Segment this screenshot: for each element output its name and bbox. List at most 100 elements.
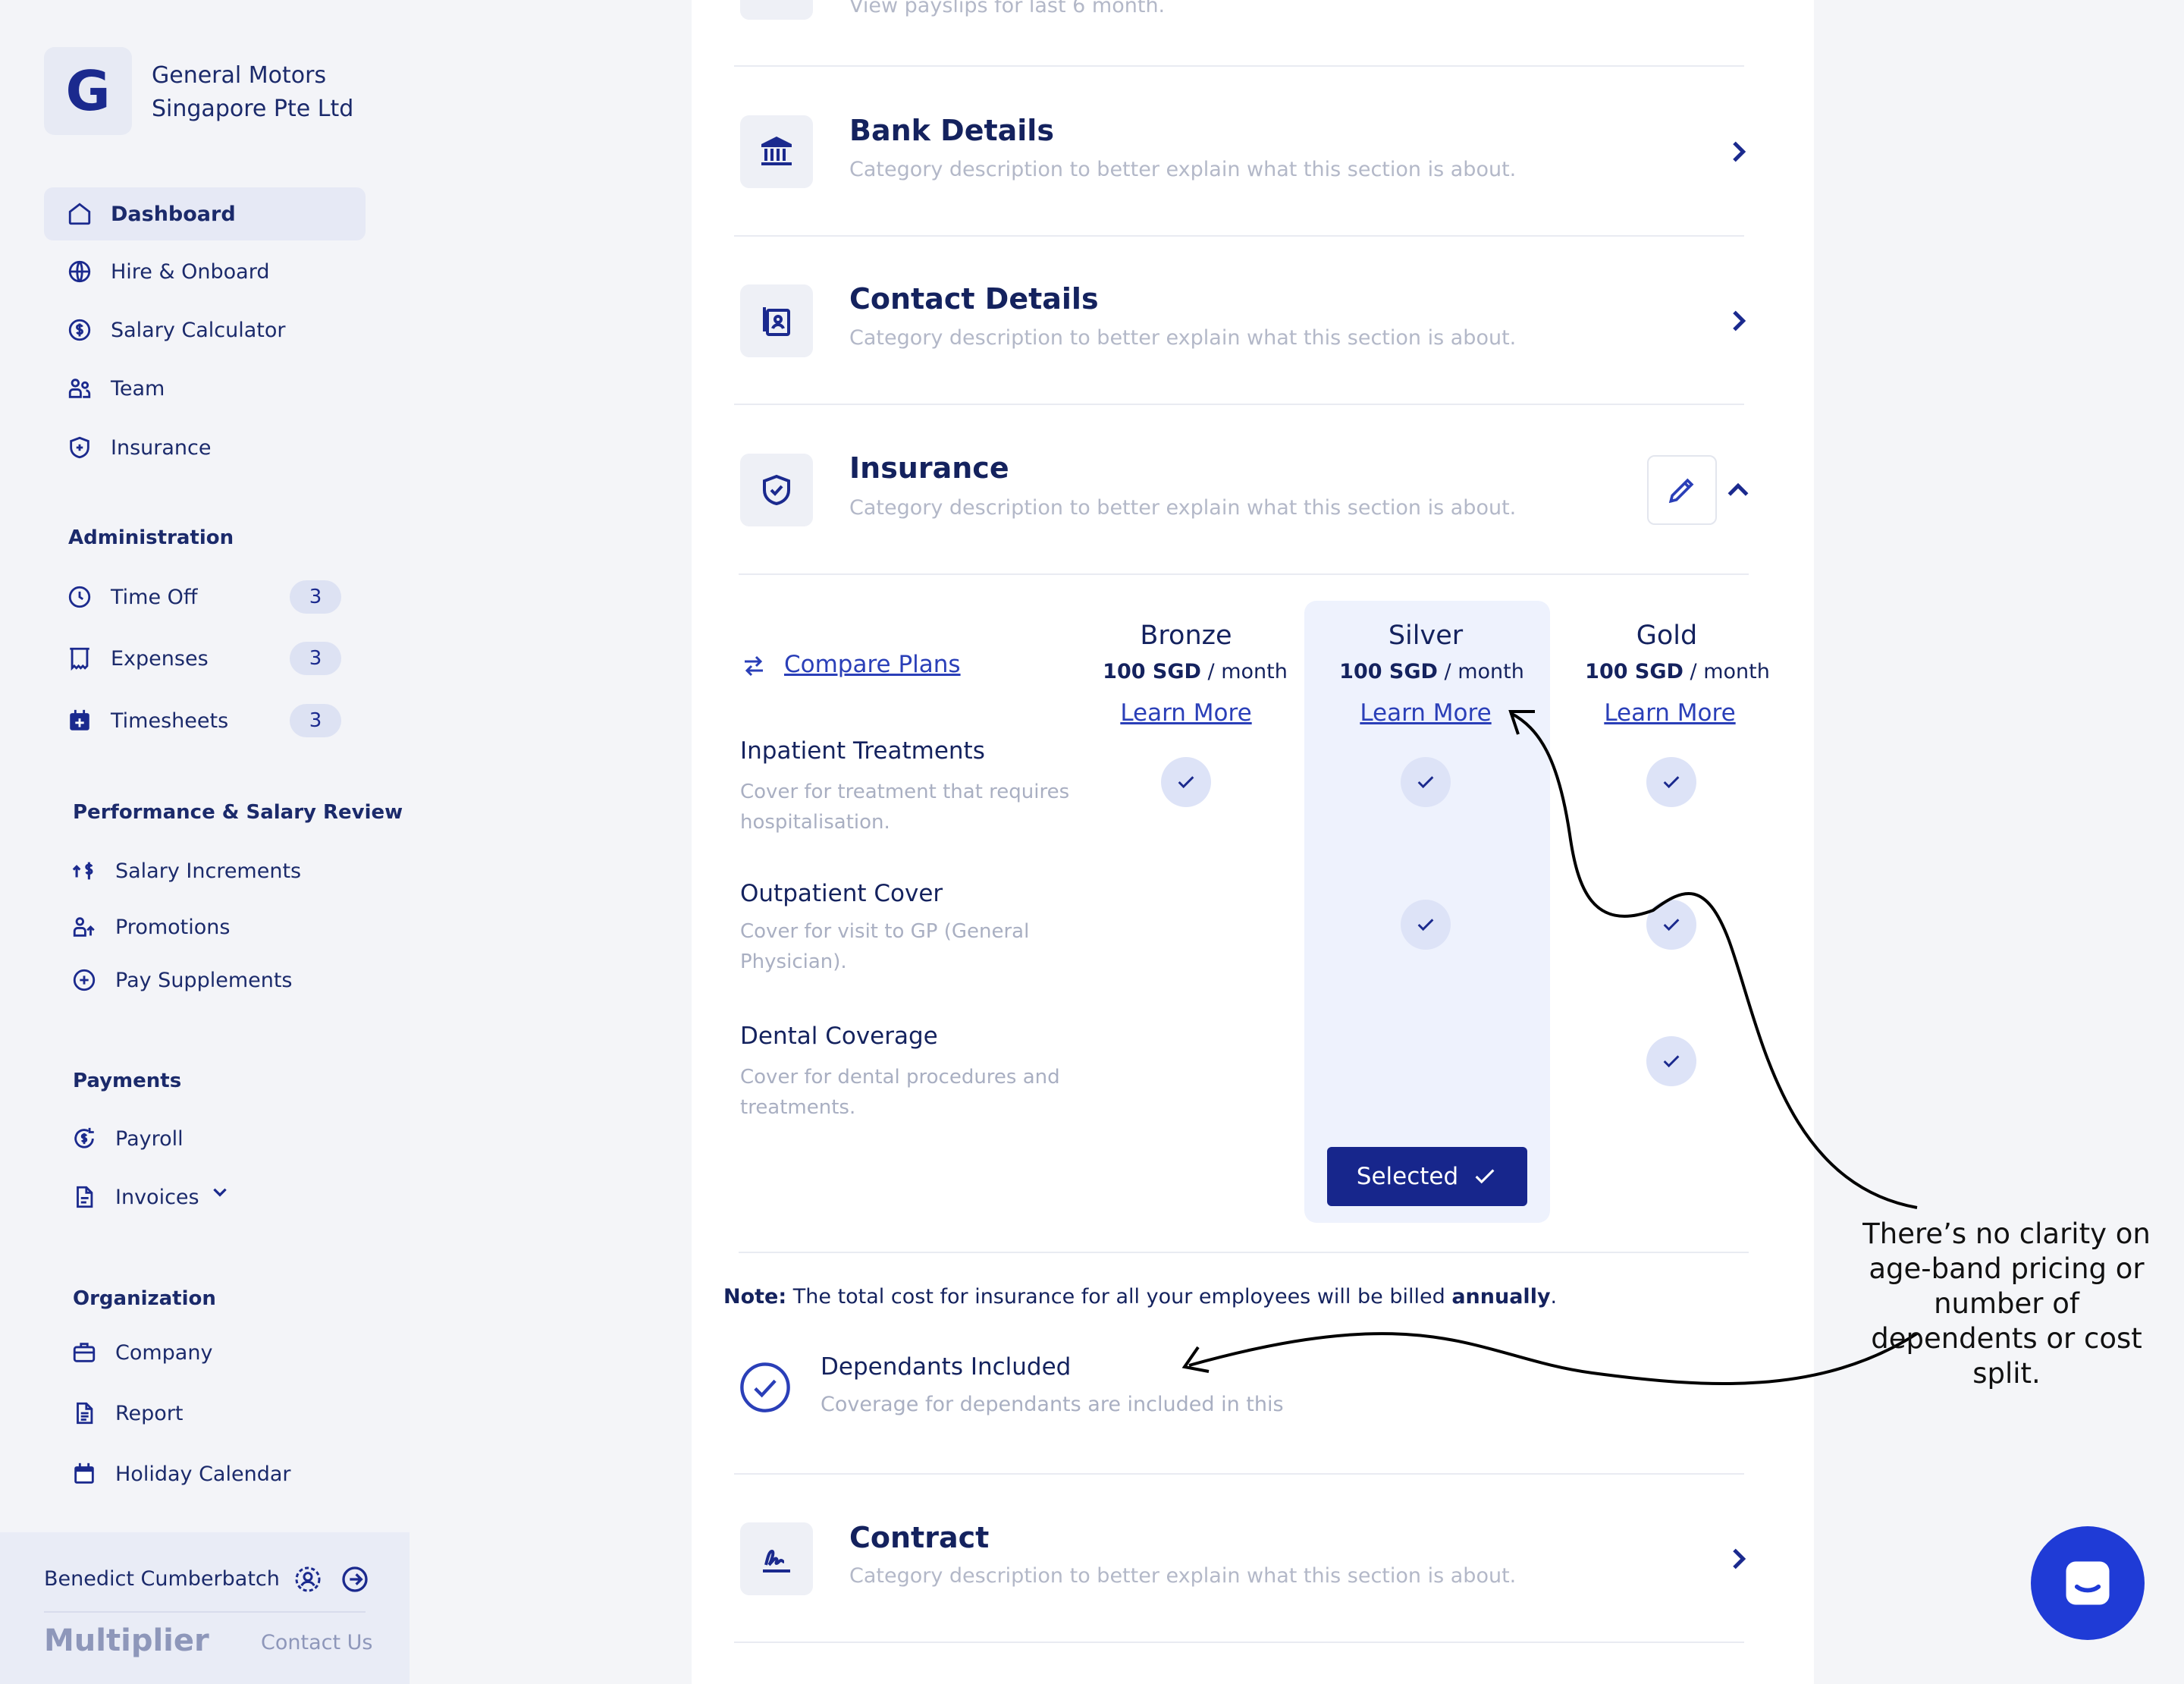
feature-description: Cover for dental procedures and treatmen… [740, 1066, 1060, 1119]
team-icon [67, 375, 93, 401]
sidebar-item-salary-calculator[interactable]: Salary Calculator [44, 303, 366, 357]
receipt-icon [67, 646, 93, 671]
compare-plans-link[interactable]: Compare Plans [784, 651, 961, 678]
compare-arrows-icon [745, 655, 763, 677]
sidebar-item-promotions[interactable]: Promotions [49, 900, 370, 954]
check-icon [1475, 1169, 1495, 1184]
section-title-administration: Administration [68, 526, 234, 549]
sidebar-item-insurance[interactable]: Insurance [44, 421, 366, 474]
sidebar-item-label: Report [115, 1401, 184, 1425]
footer-divider [44, 1611, 366, 1613]
learn-more-silver-link[interactable]: Learn More [1327, 699, 1524, 727]
learn-more-gold-link[interactable]: Learn More [1571, 699, 1768, 727]
check-circle-icon [740, 1362, 790, 1412]
chevron-up-icon[interactable] [1723, 476, 1753, 506]
home-icon [67, 201, 93, 227]
sidebar-item-label: Timesheets [111, 708, 229, 733]
section-description: Category description to better explain w… [849, 1564, 1517, 1588]
feature-description: Cover for visit to GP (General Physician… [740, 920, 1030, 973]
section-title-performance: Performance & Salary Review [73, 801, 403, 824]
check-icon [1401, 757, 1451, 807]
feature-title: Dental Coverage [740, 1023, 938, 1050]
feature-title: Outpatient Cover [740, 880, 943, 907]
chevron-right-icon[interactable] [1723, 1544, 1753, 1574]
promotion-icon [71, 914, 97, 940]
section-title: Contract [849, 1521, 990, 1554]
briefcase-icon [71, 1340, 97, 1365]
divider [734, 65, 1744, 67]
company-logo[interactable]: G [44, 47, 132, 135]
sidebar-item-label: Salary Increments [115, 859, 302, 883]
plan-name-gold: Gold [1636, 621, 1698, 651]
plus-circle-icon [71, 967, 97, 993]
dependants-description: Coverage for dependants are included in … [821, 1393, 1284, 1416]
logout-icon[interactable] [340, 1564, 370, 1594]
contract-icon-box [740, 1522, 813, 1595]
shield-plus-icon [67, 435, 93, 460]
sidebar-item-report[interactable]: Report [49, 1387, 370, 1440]
sidebar-item-label: Company [115, 1340, 213, 1365]
sidebar-item-expenses[interactable]: Expenses 3 [44, 632, 366, 685]
sidebar-item-hire-onboard[interactable]: Hire & Onboard [44, 245, 366, 298]
chat-icon [2066, 1561, 2110, 1605]
contact-us-link[interactable]: Contact Us [261, 1631, 372, 1654]
salary-increase-icon [71, 858, 97, 884]
user-name: Benedict Cumberbatch [44, 1567, 280, 1591]
bank-icon-box [740, 115, 813, 188]
chevron-right-icon[interactable] [1723, 137, 1753, 167]
section-description: Category description to better explain w… [849, 496, 1517, 520]
check-icon [1646, 1036, 1696, 1086]
main-content: View payslips for last 6 month. Bank Det… [692, 0, 1814, 1684]
calendar-plus-icon [67, 708, 93, 734]
contact-card-icon [763, 307, 790, 336]
divider [739, 1252, 1749, 1253]
chevron-down-icon[interactable] [210, 1182, 230, 1202]
pencil-icon [1668, 478, 1694, 504]
selected-plan-button[interactable]: Selected [1327, 1147, 1527, 1206]
payroll-icon [71, 1126, 97, 1151]
sidebar-item-salary-increments[interactable]: Salary Increments [49, 844, 370, 897]
sidebar-item-label: Pay Supplements [115, 968, 293, 992]
sidebar-item-team[interactable]: Team [44, 362, 366, 415]
sidebar-item-invoices[interactable]: Invoices [49, 1170, 370, 1224]
sidebar-item-holiday-calendar[interactable]: Holiday Calendar [49, 1447, 370, 1500]
chevron-right-icon[interactable] [1723, 306, 1753, 336]
sidebar-item-payroll[interactable]: Payroll [49, 1112, 370, 1165]
check-icon [1646, 757, 1696, 807]
learn-more-bronze-link[interactable]: Learn More [1087, 699, 1285, 727]
plan-name-silver: Silver [1388, 621, 1464, 651]
plan-price-bronze: 100 SGD / month [1103, 660, 1288, 683]
chat-launcher-button[interactable] [2031, 1526, 2145, 1640]
sidebar-item-pay-supplements[interactable]: Pay Supplements [49, 954, 370, 1007]
clock-icon [67, 584, 93, 610]
feature-description: Cover for treatment that requires hospit… [740, 781, 1070, 834]
sidebar-item-time-off[interactable]: Time Off 3 [44, 570, 366, 624]
contact-icon-box [740, 284, 813, 357]
sidebar-item-label: Dashboard [111, 202, 236, 226]
sidebar-footer [0, 1532, 410, 1684]
count-badge: 3 [290, 580, 341, 614]
signature-icon [763, 1549, 790, 1572]
sidebar-item-label: Team [111, 376, 165, 401]
divider [734, 1642, 1744, 1643]
shield-check-icon [763, 474, 790, 506]
sidebar-item-label: Promotions [115, 915, 231, 939]
edit-button[interactable] [1647, 455, 1717, 525]
sidebar-item-dashboard[interactable]: Dashboard [44, 187, 366, 240]
sidebar-item-timesheets[interactable]: Timesheets 3 [44, 694, 366, 747]
report-icon [71, 1400, 97, 1426]
selected-label: Selected [1356, 1163, 1459, 1190]
check-icon [1161, 757, 1211, 807]
sidebar: G General Motors Singapore Pte Ltd Dashb… [0, 0, 410, 1684]
payslips-description: View payslips for last 6 month. [849, 0, 1166, 17]
section-title-payments: Payments [73, 1070, 182, 1092]
divider [734, 404, 1744, 405]
section-title: Contact Details [849, 282, 1099, 316]
dollar-circle-icon [67, 317, 93, 343]
sidebar-item-label: Holiday Calendar [115, 1462, 291, 1486]
section-description: Category description to better explain w… [849, 326, 1517, 350]
sidebar-item-label: Salary Calculator [111, 318, 286, 342]
user-profile-icon[interactable] [293, 1564, 323, 1594]
sidebar-item-label: Expenses [111, 646, 209, 671]
sidebar-item-company[interactable]: Company [49, 1326, 370, 1379]
